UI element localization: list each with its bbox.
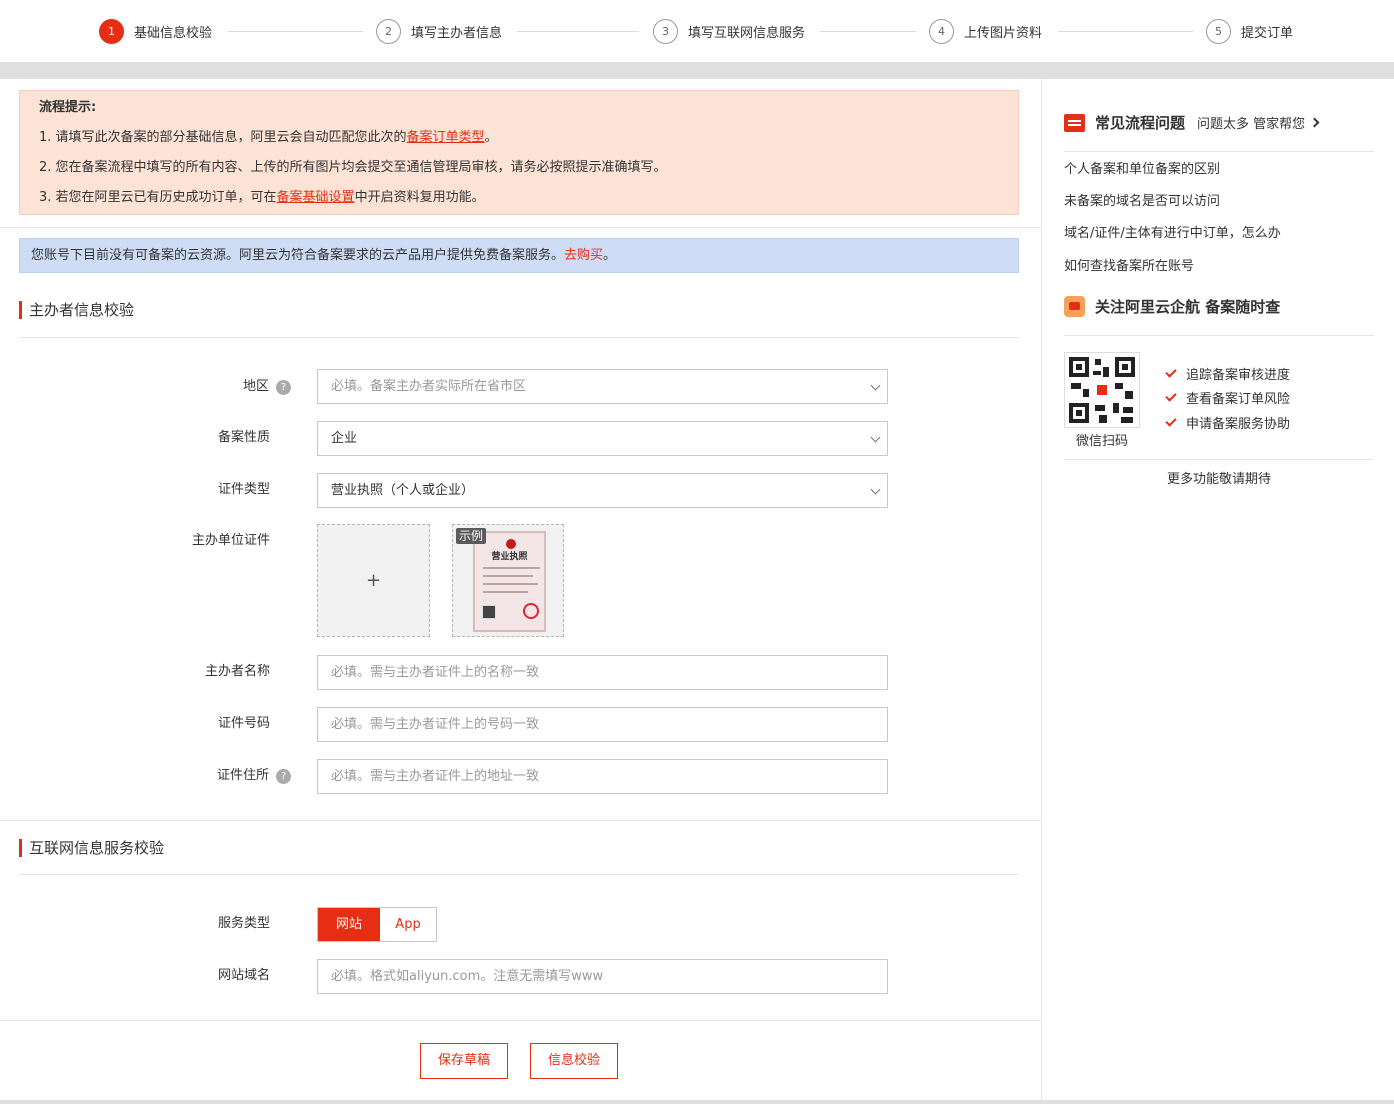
- step-number: 2: [376, 18, 401, 44]
- base-settings-link[interactable]: 备案基础设置: [277, 190, 355, 205]
- notice-line-2: 2. 您在备案流程中填写的所有内容、上传的所有图片均会提交至通信管理局审核，请务…: [39, 160, 667, 175]
- cert-upload-label: 主办单位证件: [191, 533, 270, 548]
- follow-header: 关注阿里云企航 备案随时查: [1064, 296, 1280, 317]
- order-type-link[interactable]: 备案订单类型: [407, 130, 485, 145]
- service-type-label: 服务类型: [217, 916, 270, 931]
- service-type-toggle: 网站 App: [317, 907, 437, 942]
- divider: [19, 337, 1019, 338]
- step-number: 1: [99, 18, 124, 44]
- sample-tag: 示例: [456, 528, 487, 544]
- verify-info-button[interactable]: 信息校验: [530, 1043, 618, 1079]
- footer-separator: [0, 1100, 1394, 1104]
- plus-icon: +: [365, 570, 382, 591]
- more-features-text: 更多功能敬请期待: [1166, 472, 1271, 487]
- chevron-right-icon: [1309, 117, 1320, 128]
- domain-label: 网站域名: [217, 968, 270, 983]
- divider: [0, 820, 1041, 821]
- faq-subtitle: 问题太多 管家帮您: [1197, 117, 1306, 132]
- cert-type-label: 证件类型: [217, 482, 270, 497]
- buy-link[interactable]: 去购买: [564, 248, 603, 263]
- divider: [1064, 459, 1374, 460]
- feature-item: 申请备案服务协助: [1165, 413, 1290, 432]
- step-label: 填写主办者信息: [411, 25, 503, 41]
- sample-image[interactable]: 营业执照 示例: [452, 524, 564, 637]
- section-title-sponsor: 主办者信息校验: [19, 301, 134, 319]
- faq-item[interactable]: 如何查找备案所在账号: [1064, 257, 1194, 277]
- faq-header[interactable]: 常见流程问题 问题太多 管家帮您: [1064, 112, 1320, 133]
- faq-title: 常见流程问题: [1095, 114, 1186, 132]
- process-notice: 流程提示: 1. 请填写此次备案的部分基础信息，阿里云会自动匹配您此次的备案订单…: [19, 90, 1019, 215]
- divider: [1064, 151, 1374, 152]
- step-2: 2 填写主办者信息: [376, 18, 502, 44]
- chevron-down-icon: [870, 380, 881, 391]
- step-connector: [228, 31, 363, 32]
- faq-item[interactable]: 域名/证件/主体有进行中订单，怎么办: [1064, 224, 1281, 244]
- help-icon[interactable]: ?: [276, 768, 291, 784]
- qr-label: 微信扫码: [1075, 434, 1128, 449]
- wechat-icon: [1064, 296, 1085, 317]
- divider: [0, 227, 1041, 228]
- check-icon: [1165, 366, 1177, 378]
- step-number: 5: [1206, 18, 1231, 44]
- check-icon: [1165, 390, 1177, 402]
- faq-item[interactable]: 未备案的域名是否可以访问: [1064, 192, 1220, 212]
- step-label: 提交订单: [1241, 25, 1294, 41]
- follow-title: 关注阿里云企航 备案随时查: [1095, 298, 1281, 316]
- cert-number-label: 证件号码: [217, 716, 270, 731]
- cert-address-label: 证件住所?: [41, 766, 291, 786]
- step-3: 3 填写互联网信息服务: [653, 18, 805, 44]
- service-type-website[interactable]: 网站: [318, 908, 380, 941]
- cert-number-input[interactable]: 必填。需与主办者证件上的号码一致: [317, 707, 888, 742]
- step-connector: [820, 31, 916, 32]
- help-icon[interactable]: ?: [276, 379, 291, 395]
- notice-line-3: 3. 若您在阿里云已有历史成功订单，可在备案基础设置中开启资料复用功能。: [39, 190, 485, 205]
- divider: [1064, 335, 1374, 336]
- cert-type-select[interactable]: 营业执照（个人或企业）: [317, 473, 888, 508]
- nature-select[interactable]: 企业: [317, 421, 888, 456]
- steps-bar: 1 基础信息校验 2 填写主办者信息 3 填写互联网信息服务 4 上传图片资料 …: [0, 0, 1394, 62]
- cert-address-input[interactable]: 必填。需与主办者证件上的地址一致: [317, 759, 888, 794]
- chevron-down-icon: [870, 432, 881, 443]
- step-5: 5 提交订单: [1206, 18, 1293, 44]
- info-bar: 您账号下目前没有可备案的云资源。阿里云为符合备案要求的云产品用户提供免费备案服务…: [19, 238, 1019, 273]
- step-number: 4: [929, 18, 954, 44]
- divider: [0, 1020, 1041, 1021]
- message-icon: [1064, 113, 1085, 132]
- chevron-down-icon: [870, 484, 881, 495]
- service-type-app[interactable]: App: [380, 908, 436, 941]
- step-label: 基础信息校验: [134, 25, 213, 41]
- nature-label: 备案性质: [217, 430, 270, 445]
- info-text: 您账号下目前没有可备案的云资源。阿里云为符合备案要求的云产品用户提供免费备案服务…: [31, 248, 565, 263]
- sponsor-name-label: 主办者名称: [204, 664, 270, 679]
- save-draft-button[interactable]: 保存草稿: [420, 1043, 508, 1079]
- wechat-qr-code: [1064, 352, 1140, 428]
- domain-input[interactable]: 必填。格式如aliyun.com。注意无需填写www: [317, 959, 888, 994]
- check-icon: [1165, 415, 1177, 427]
- feature-item: 追踪备案审核进度: [1165, 364, 1290, 383]
- divider: [19, 874, 1019, 875]
- step-4: 4 上传图片资料: [929, 18, 1042, 44]
- header-separator: [0, 62, 1394, 79]
- sponsor-name-input[interactable]: 必填。需与主办者证件上的名称一致: [317, 655, 888, 690]
- cert-upload-box[interactable]: +: [317, 524, 430, 637]
- step-number: 3: [653, 18, 678, 44]
- step-connector: [517, 31, 639, 32]
- region-select[interactable]: 必填。备案主办者实际所在省市区: [317, 369, 888, 404]
- faq-item[interactable]: 个人备案和单位备案的区别: [1064, 160, 1220, 180]
- section-title-internet-service: 互联网信息服务校验: [19, 839, 164, 857]
- notice-title: 流程提示:: [39, 100, 97, 115]
- step-1: 1 基础信息校验: [99, 18, 212, 44]
- sidebar-divider: [1041, 79, 1042, 1100]
- step-label: 上传图片资料: [964, 25, 1043, 41]
- feature-item: 查看备案订单风险: [1165, 388, 1290, 407]
- step-label: 填写互联网信息服务: [688, 25, 806, 41]
- step-connector: [1058, 31, 1193, 32]
- notice-line-1: 1. 请填写此次备案的部分基础信息，阿里云会自动匹配您此次的备案订单类型。: [39, 130, 498, 145]
- license-sample-icon: 营业执照: [473, 531, 546, 632]
- region-label: 地区?: [41, 377, 291, 397]
